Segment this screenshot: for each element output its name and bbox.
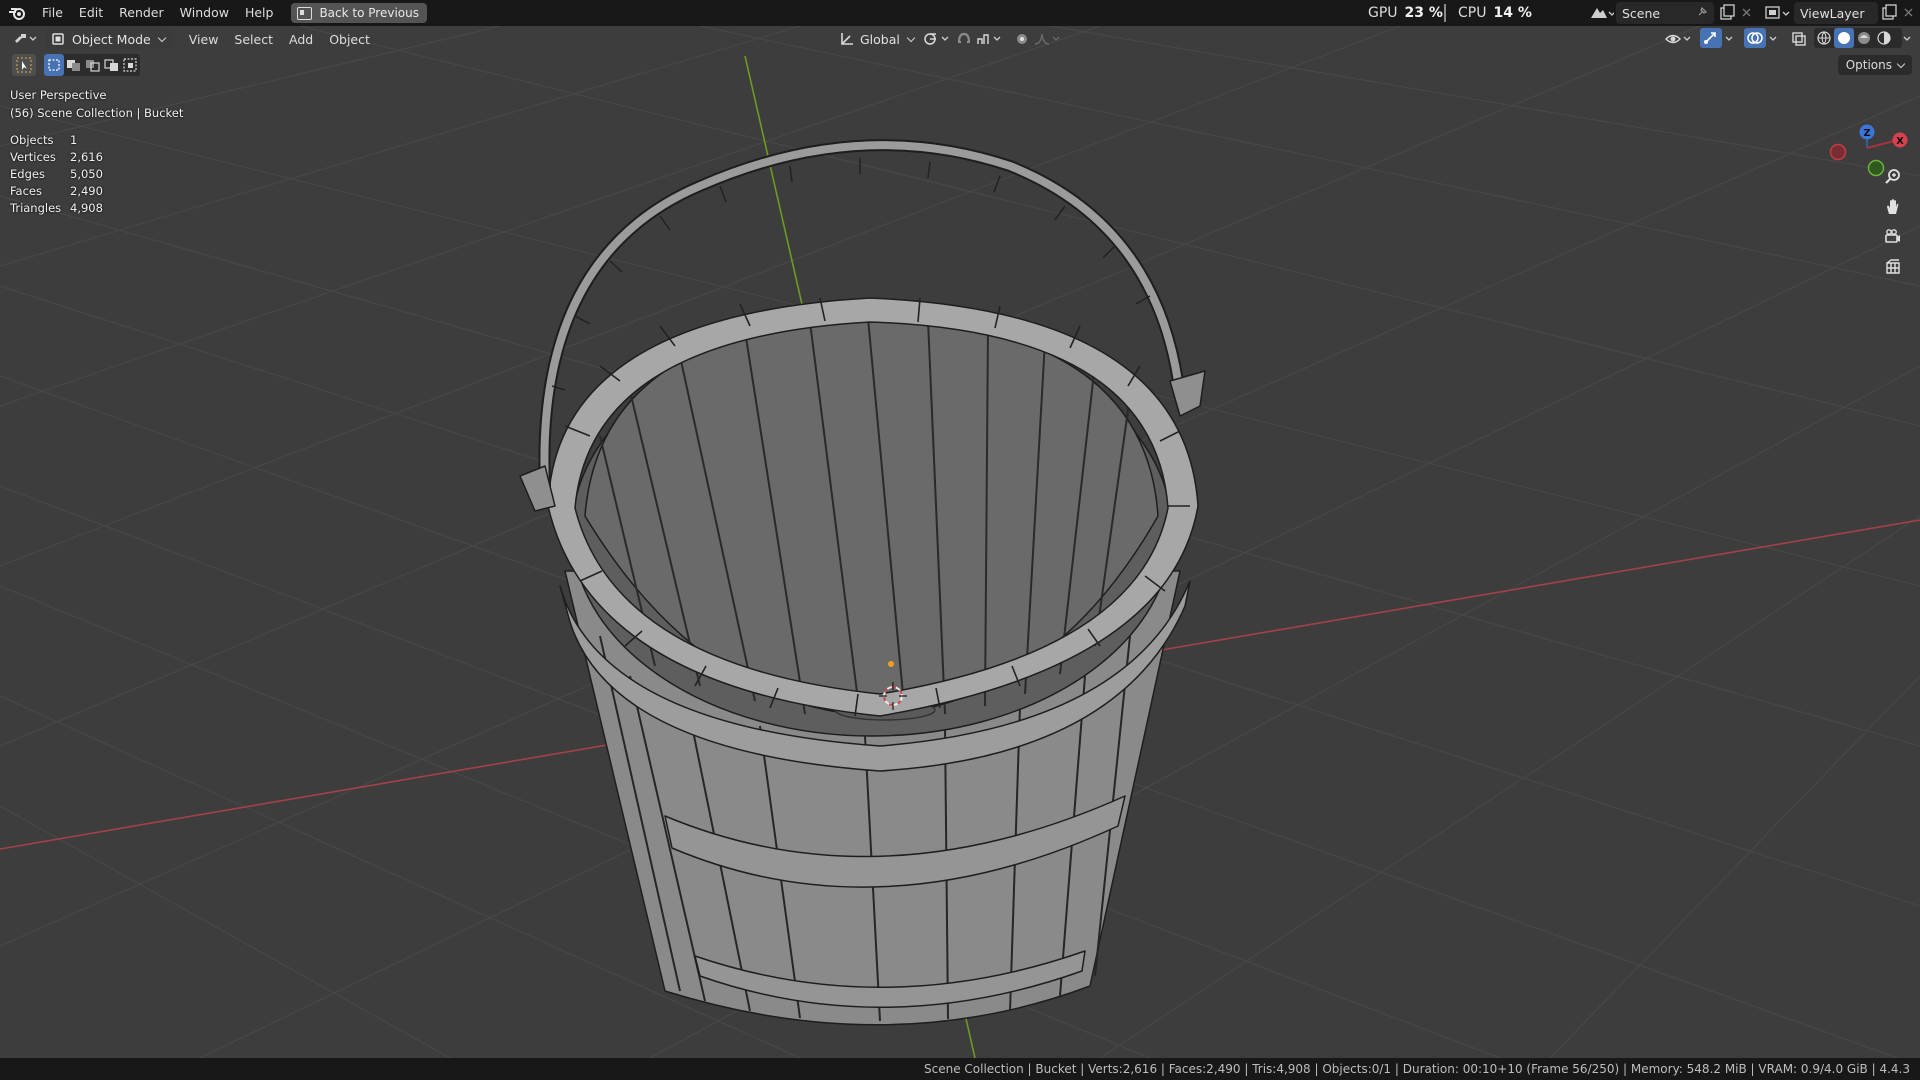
menu-view[interactable]: View <box>181 32 227 47</box>
stat-value: 2,616 <box>70 150 103 164</box>
chevron-down-icon[interactable] <box>1724 30 1736 52</box>
pin-icon[interactable] <box>1696 6 1708 21</box>
menu-file[interactable]: File <box>34 0 71 26</box>
select-tool-icon[interactable] <box>12 54 36 76</box>
new-scene-icon[interactable] <box>1718 4 1736 26</box>
gizmo-neg-x-axis <box>1829 143 1847 161</box>
3d-viewport[interactable]: Z X <box>0 26 1920 1058</box>
proportional-editing-icon[interactable] <box>1013 30 1031 52</box>
options-dropdown[interactable]: Options <box>1837 55 1912 75</box>
select-invert-icon[interactable] <box>102 54 121 76</box>
blender-logo-icon[interactable] <box>0 0 34 26</box>
object-mode-icon <box>52 33 64 45</box>
rendered-shading-icon[interactable] <box>1874 28 1894 48</box>
back-to-previous-label: Back to Previous <box>319 6 419 20</box>
menu-help[interactable]: Help <box>237 0 282 26</box>
pan-hand-icon[interactable] <box>1884 198 1912 226</box>
chevron-down-icon[interactable] <box>1902 30 1914 52</box>
menu-window[interactable]: Window <box>172 0 237 26</box>
falloff-icon[interactable] <box>1033 30 1063 52</box>
snap-toggle-icon[interactable] <box>955 30 973 52</box>
scene-field[interactable]: Scene <box>1616 2 1714 24</box>
new-view-layer-icon[interactable] <box>1880 4 1898 26</box>
scene-name: Scene <box>1622 5 1661 21</box>
perspective-label: User Perspective <box>10 88 107 102</box>
remove-view-layer-icon[interactable] <box>1902 5 1916 24</box>
view-layer-field[interactable]: ViewLayer <box>1794 2 1878 24</box>
grid-projection-icon[interactable] <box>1884 258 1912 286</box>
camera-view-icon[interactable] <box>1884 228 1912 256</box>
viewport-info-overlay: User Perspective (56) Scene Collection |… <box>10 86 183 122</box>
select-extend-icon[interactable] <box>64 54 83 76</box>
xray-toggle-icon[interactable] <box>1790 30 1808 52</box>
status-text: Scene Collection | Bucket | Verts:2,616 … <box>923 1062 1910 1076</box>
status-bar: Scene Collection | Bucket | Verts:2,616 … <box>0 1058 1920 1080</box>
overlays-toggle-icon[interactable] <box>1744 28 1766 48</box>
gizmo-x-label: X <box>1896 136 1904 147</box>
chevron-down-icon[interactable] <box>1768 30 1780 52</box>
menu-select[interactable]: Select <box>226 32 281 47</box>
material-shading-icon[interactable] <box>1854 28 1874 48</box>
editor-type-icon[interactable] <box>12 29 40 49</box>
solid-shading-icon[interactable] <box>1834 28 1854 48</box>
zoom-icon[interactable] <box>1884 168 1912 196</box>
scene-icon[interactable] <box>1588 4 1616 26</box>
stat-row: Triangles 4,908 <box>10 200 103 217</box>
stat-label: Edges <box>10 167 45 181</box>
stat-value: 4,908 <box>70 201 103 215</box>
collection-label: (56) Scene Collection | Bucket <box>10 106 184 120</box>
screen-icon <box>297 6 313 20</box>
orientation-axes-icon <box>841 33 853 45</box>
select-new-icon[interactable] <box>44 54 64 76</box>
stat-label: Objects <box>10 133 54 147</box>
stat-row: Vertices 2,616 <box>10 149 103 166</box>
stat-value: 1 <box>70 133 78 147</box>
chevron-down-icon <box>1896 59 1906 68</box>
cpu-indicator: CPU 14 % <box>1458 0 1532 26</box>
select-subtract-icon[interactable] <box>83 54 102 76</box>
view-layer-name: ViewLayer <box>1800 5 1865 21</box>
orientation-label: Global <box>860 31 900 47</box>
remove-scene-icon[interactable] <box>1740 5 1754 24</box>
view-layer-icon[interactable] <box>1764 4 1792 26</box>
scene-statistics: Objects 1 Vertices 2,616 Edges 5,050 Faces 2… <box>10 132 103 217</box>
stat-row: Objects 1 <box>10 132 103 149</box>
gizmo-toggle-icon[interactable] <box>1700 28 1722 48</box>
menu-render[interactable]: Render <box>111 0 172 26</box>
perf-divider <box>1444 4 1446 22</box>
object-mode-dropdown[interactable]: Object Mode <box>46 29 173 49</box>
stat-label: Faces <box>10 184 42 198</box>
transform-orientation-dropdown[interactable]: Global <box>838 30 916 48</box>
selection-mode-group <box>44 54 140 76</box>
object-mode-label: Object Mode <box>72 31 151 47</box>
stat-label: Triangles <box>10 201 62 215</box>
select-intersect-icon[interactable] <box>121 54 140 76</box>
stat-value: 5,050 <box>70 167 103 181</box>
visibility-icon[interactable] <box>1664 30 1694 52</box>
menu-edit[interactable]: Edit <box>71 0 111 26</box>
chevron-down-icon <box>157 33 166 42</box>
cpu-value: 14 % <box>1493 5 1532 21</box>
stat-row: Faces 2,490 <box>10 183 103 200</box>
gizmo-z-label: Z <box>1863 128 1870 139</box>
stat-row: Edges 5,050 <box>10 166 103 183</box>
cpu-label: CPU <box>1458 5 1487 21</box>
viewport-canvas[interactable] <box>0 26 1920 1058</box>
gpu-indicator: GPU 23 % <box>1368 0 1443 26</box>
stat-value: 2,490 <box>70 184 103 198</box>
menu-add[interactable]: Add <box>281 32 321 47</box>
gizmo-y-axis <box>1867 159 1885 177</box>
gpu-label: GPU <box>1368 5 1398 21</box>
object-origin <box>888 661 894 667</box>
back-to-previous-button[interactable]: Back to Previous <box>291 3 427 23</box>
pivot-point-icon[interactable] <box>922 30 952 52</box>
menu-object[interactable]: Object <box>321 32 378 47</box>
chevron-down-icon <box>906 33 916 42</box>
snap-target-icon[interactable] <box>975 30 1005 52</box>
options-label: Options <box>1845 58 1892 72</box>
gpu-value: 23 % <box>1404 5 1443 21</box>
shading-mode-group <box>1814 28 1902 48</box>
stat-label: Vertices <box>10 150 56 164</box>
wireframe-shading-icon[interactable] <box>1814 28 1834 48</box>
